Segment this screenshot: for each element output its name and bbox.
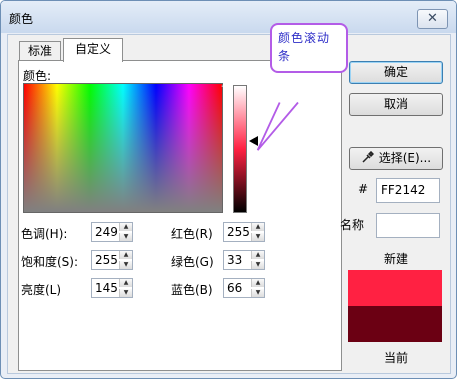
hue-label: 色调(H): bbox=[21, 227, 68, 241]
hue-spinner[interactable]: 249 ▲ ▼ bbox=[91, 222, 133, 242]
pick-color-button[interactable]: 选择(E)... bbox=[349, 147, 443, 170]
spin-down-icon[interactable]: ▼ bbox=[251, 289, 264, 297]
color-dialog: 颜色 ✕ 标准 自定义 颜色: ⊹ 色调(H): 249 ▲ ▼ 饱和度(S):… bbox=[0, 0, 457, 379]
red-value: 255 bbox=[227, 225, 250, 239]
saturation-value: 255 bbox=[95, 253, 118, 267]
spin-up-icon[interactable]: ▲ bbox=[119, 251, 132, 259]
pick-color-label: 选择(E)... bbox=[378, 151, 432, 165]
name-label: 名称 bbox=[340, 218, 365, 232]
spin-down-icon[interactable]: ▼ bbox=[251, 233, 264, 241]
spin-down-icon[interactable]: ▼ bbox=[119, 261, 132, 269]
blue-label: 蓝色(B) bbox=[171, 283, 213, 297]
window-title: 颜色 bbox=[9, 12, 34, 26]
new-color-swatch bbox=[348, 270, 442, 306]
luminance-value: 145 bbox=[95, 281, 118, 295]
hex-input[interactable]: FF2142 bbox=[376, 178, 440, 203]
annotation-callout: 颜色滚动条 bbox=[270, 23, 348, 73]
luminance-label: 亮度(L) bbox=[21, 283, 62, 297]
new-color-label: 新建 bbox=[384, 252, 409, 266]
ok-button[interactable]: 确定 bbox=[349, 61, 443, 84]
spin-down-icon[interactable]: ▼ bbox=[251, 261, 264, 269]
hex-label: # bbox=[358, 182, 369, 196]
tab-custom[interactable]: 自定义 bbox=[63, 38, 123, 62]
name-input[interactable] bbox=[376, 213, 440, 238]
blue-spinner[interactable]: 66 ▲ ▼ bbox=[223, 278, 265, 298]
spin-up-icon[interactable]: ▲ bbox=[251, 223, 264, 231]
spin-down-icon[interactable]: ▼ bbox=[119, 289, 132, 297]
green-value: 33 bbox=[227, 253, 243, 267]
spin-down-icon[interactable]: ▼ bbox=[119, 233, 132, 241]
color-spectrum[interactable]: ⊹ bbox=[23, 82, 229, 213]
red-label: 红色(R) bbox=[171, 227, 213, 241]
close-icon: ✕ bbox=[427, 11, 438, 26]
close-button[interactable]: ✕ bbox=[417, 9, 448, 29]
spin-up-icon[interactable]: ▲ bbox=[251, 279, 264, 287]
green-spinner[interactable]: 33 ▲ ▼ bbox=[223, 250, 265, 270]
luminance-spinner[interactable]: 145 ▲ ▼ bbox=[91, 278, 133, 298]
title-bar: 颜色 ✕ bbox=[1, 1, 456, 33]
colors-label: 颜色: bbox=[23, 69, 52, 83]
dialog-client: 标准 自定义 颜色: ⊹ 色调(H): 249 ▲ ▼ 饱和度(S): 255 … bbox=[7, 23, 451, 374]
tab-standard[interactable]: 标准 bbox=[19, 41, 61, 62]
cancel-button[interactable]: 取消 bbox=[349, 93, 443, 116]
spin-up-icon[interactable]: ▲ bbox=[251, 251, 264, 259]
saturation-label: 饱和度(S): bbox=[21, 255, 79, 269]
eyedropper-icon bbox=[361, 149, 375, 169]
current-color-label: 当前 bbox=[384, 351, 409, 365]
current-color-swatch bbox=[348, 306, 442, 342]
blue-value: 66 bbox=[227, 281, 243, 295]
hex-value: FF2142 bbox=[381, 183, 426, 197]
hue-value: 249 bbox=[95, 225, 118, 239]
spin-up-icon[interactable]: ▲ bbox=[119, 223, 132, 231]
saturation-spinner[interactable]: 255 ▲ ▼ bbox=[91, 250, 133, 270]
callout-pointer bbox=[256, 101, 299, 151]
spin-up-icon[interactable]: ▲ bbox=[119, 279, 132, 287]
red-spinner[interactable]: 255 ▲ ▼ bbox=[223, 222, 265, 242]
callout-text: 颜色滚动条 bbox=[278, 31, 331, 63]
green-label: 绿色(G) bbox=[171, 255, 214, 269]
luminance-slider[interactable] bbox=[233, 85, 247, 213]
crosshair-icon: ⊹ bbox=[221, 82, 229, 92]
